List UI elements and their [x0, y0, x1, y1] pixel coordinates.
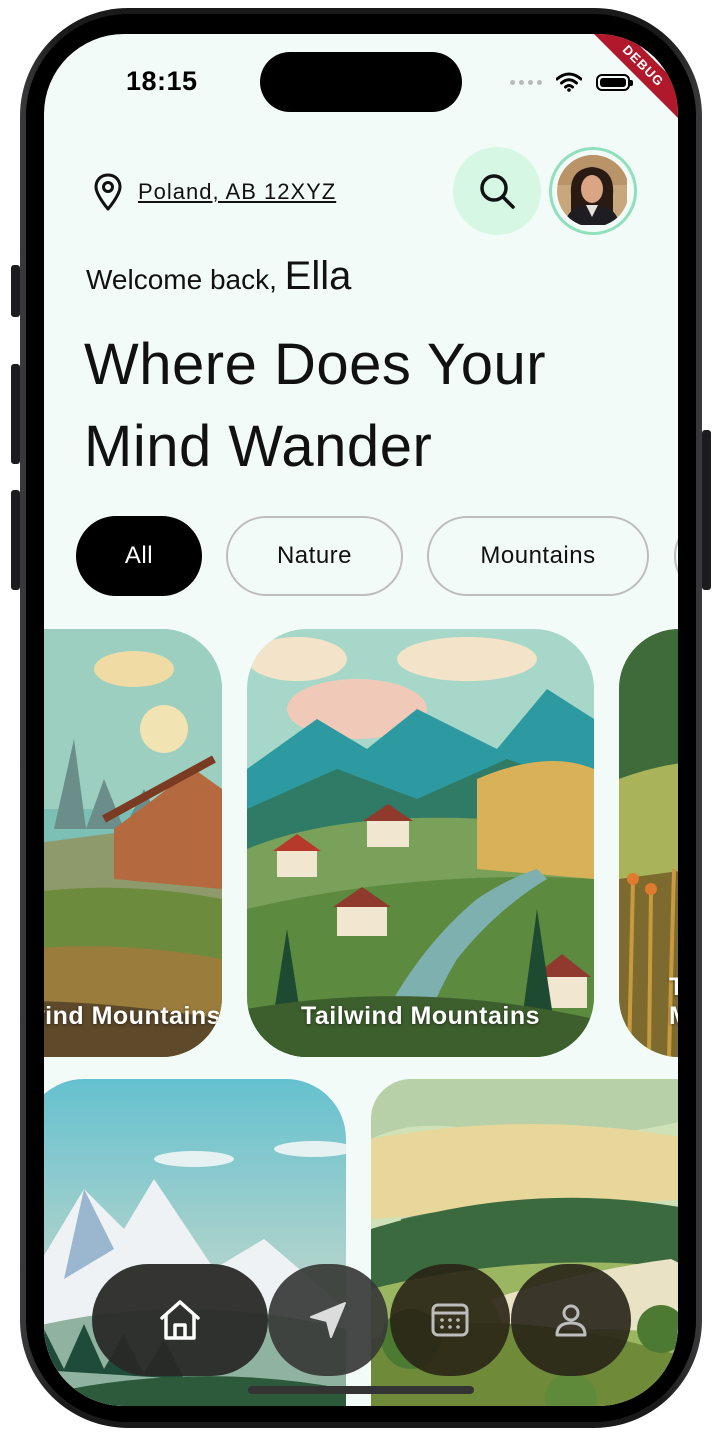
power-button: [702, 430, 711, 590]
chip-all[interactable]: All: [76, 516, 202, 596]
app-screen: 18:15 DEBUG Poland, AB 12XYZ Welcome bac…: [44, 34, 678, 1406]
volume-up-button: [11, 364, 20, 464]
user-name: Ella: [284, 254, 352, 298]
welcome-prefix: Welcome back,: [86, 264, 277, 295]
battery-icon: [596, 73, 633, 91]
chip-nature[interactable]: Nature: [226, 516, 403, 596]
search-icon: [480, 174, 515, 209]
home-icon: [160, 1300, 200, 1340]
card-title: Tailwind Mountains: [669, 973, 678, 1030]
card-image: [44, 629, 222, 1057]
volume-down-button: [11, 490, 20, 590]
destination-card[interactable]: Tailwind Mountains: [619, 629, 678, 1057]
map-pin-icon: [94, 173, 122, 211]
welcome-greeting: Welcome back, Ella: [86, 254, 351, 299]
navigation-arrow-icon: [310, 1302, 346, 1338]
destination-card[interactable]: Tailwind Mountains: [44, 629, 222, 1057]
chip-next-partial[interactable]: [674, 516, 678, 596]
action-button: [11, 265, 20, 317]
location-selector[interactable]: Poland, AB 12XYZ: [92, 172, 336, 212]
wifi-icon: [556, 72, 582, 92]
card-image: [247, 629, 594, 1057]
status-icons: [510, 72, 633, 92]
home-indicator: [248, 1386, 474, 1394]
card-title: Tailwind Mountains: [300, 1002, 541, 1030]
nav-calendar-button[interactable]: [390, 1264, 510, 1376]
nav-home-button[interactable]: [92, 1264, 268, 1376]
chip-mountains[interactable]: Mountains: [427, 516, 649, 596]
card-title: Tailwind Mountains: [44, 1002, 222, 1030]
user-avatar-photo: [557, 155, 629, 227]
location-label[interactable]: Poland, AB 12XYZ: [138, 179, 336, 205]
avatar[interactable]: [549, 147, 637, 235]
nav-profile-button[interactable]: [511, 1264, 631, 1376]
dynamic-island: [260, 52, 462, 112]
calendar-icon: [431, 1303, 469, 1337]
destination-card[interactable]: Tailwind Mountains: [247, 629, 594, 1057]
profile-icon: [555, 1304, 587, 1337]
status-time: 18:15: [126, 66, 198, 96]
search-button[interactable]: [453, 147, 541, 235]
page-title: Where Does Your Mind Wander: [84, 332, 547, 479]
signal-dots-icon: [510, 79, 542, 85]
nav-explore-button[interactable]: [268, 1264, 388, 1376]
